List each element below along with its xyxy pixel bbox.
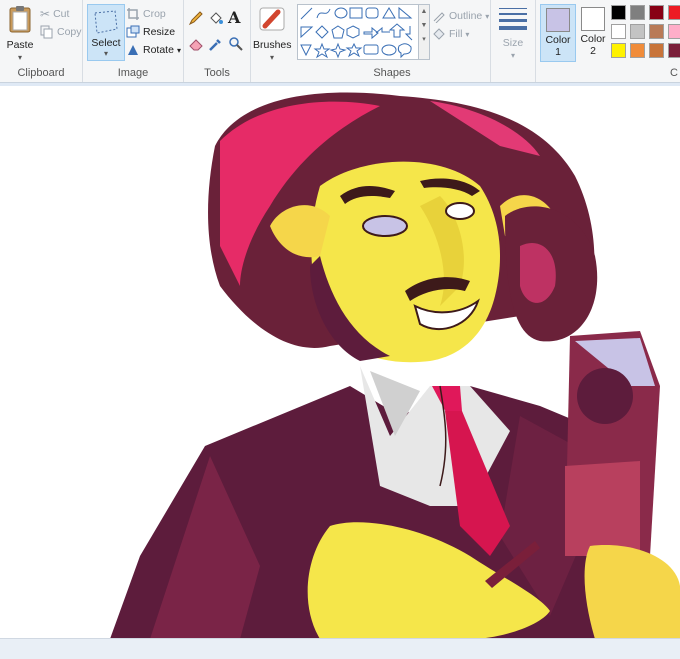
copy-button[interactable]: Copy bbox=[40, 24, 82, 40]
brushes-group: Brushes ▾ bbox=[251, 0, 293, 82]
color2-button[interactable]: Color 2 bbox=[576, 4, 610, 60]
palette-swatch-light-gray[interactable] bbox=[630, 24, 645, 39]
palette-swatch-white[interactable] bbox=[611, 24, 626, 39]
brushes-button[interactable]: Brushes ▾ bbox=[253, 4, 292, 63]
color2-number: 2 bbox=[590, 45, 596, 57]
brush-icon bbox=[259, 7, 285, 31]
pencil-icon[interactable] bbox=[188, 10, 204, 29]
chevron-down-icon: ▾ bbox=[269, 53, 274, 62]
magnifier-icon[interactable] bbox=[228, 36, 244, 55]
size-button[interactable]: Size ▾ bbox=[495, 6, 531, 61]
palette-swatch-black[interactable] bbox=[611, 5, 626, 20]
shapes-scrollbar[interactable]: ▲ ▼ ▾ bbox=[418, 4, 430, 60]
palette-swatch-tan[interactable] bbox=[649, 43, 664, 58]
outline-icon bbox=[433, 12, 445, 23]
fill-label: Fill bbox=[449, 28, 463, 40]
outline-button[interactable]: Outline ▾ bbox=[432, 8, 489, 24]
chevron-down-icon: ▾ bbox=[103, 49, 108, 58]
text-icon[interactable]: A bbox=[228, 8, 240, 27]
brushes-label: Brushes bbox=[253, 39, 292, 51]
expand-icon: ▾ bbox=[422, 36, 426, 43]
color1-swatch bbox=[546, 8, 570, 32]
color1-button[interactable]: Color 1 bbox=[540, 4, 576, 62]
tools-group-label: Tools bbox=[204, 67, 230, 79]
chevron-up-icon: ▲ bbox=[420, 8, 428, 15]
ribbon: Paste ▾ ✂ Cut Copy Clipboard Image Selec… bbox=[0, 0, 680, 83]
palette-swatch-gray[interactable] bbox=[630, 5, 645, 20]
line-size-icon bbox=[499, 8, 527, 30]
clipboard-group-label: Clipboard bbox=[17, 67, 65, 79]
copy-label: Copy bbox=[57, 26, 82, 38]
size-group: Size ▾ bbox=[491, 0, 536, 82]
palette-swatch-pink[interactable] bbox=[668, 24, 680, 39]
crop-label: Crop bbox=[143, 8, 166, 20]
resize-label: Resize bbox=[143, 26, 176, 38]
paste-label: Paste bbox=[6, 39, 34, 51]
chevron-down-icon: ▾ bbox=[485, 11, 490, 21]
fill-icon bbox=[433, 28, 445, 40]
drawing-canvas[interactable] bbox=[0, 86, 680, 639]
shapes-gallery[interactable] bbox=[297, 4, 419, 60]
shapes-gallery-icons bbox=[300, 6, 413, 59]
palette-swatch-maroon[interactable] bbox=[668, 43, 680, 58]
painting-illustration bbox=[110, 92, 680, 639]
crop-icon bbox=[127, 8, 139, 20]
scissors-icon: ✂ bbox=[40, 7, 51, 21]
color1-label: Color bbox=[545, 34, 571, 46]
tools-group: A Tools bbox=[184, 0, 251, 82]
fill-button[interactable]: Fill ▾ bbox=[432, 26, 469, 42]
rotate-icon bbox=[128, 45, 138, 55]
color-picker-icon[interactable] bbox=[208, 36, 224, 55]
cut-button[interactable]: ✂ Cut bbox=[40, 6, 69, 22]
chevron-down-icon: ▾ bbox=[17, 53, 22, 62]
canvas-area bbox=[0, 83, 680, 658]
palette-swatch-red[interactable] bbox=[668, 5, 680, 20]
chevron-down-icon: ▾ bbox=[465, 29, 470, 39]
chevron-down-icon: ▼ bbox=[420, 22, 428, 29]
chevron-down-icon: ▾ bbox=[176, 45, 181, 55]
chevron-down-icon: ▾ bbox=[510, 51, 515, 60]
status-bar bbox=[0, 638, 680, 659]
image-group-label: Image bbox=[117, 67, 149, 79]
color1-number: 1 bbox=[555, 46, 561, 58]
palette-swatch-brown[interactable] bbox=[649, 24, 664, 39]
size-label: Size bbox=[502, 37, 524, 49]
fill-bucket-icon[interactable] bbox=[208, 10, 224, 29]
palette-swatch-orange[interactable] bbox=[630, 43, 645, 58]
cut-label: Cut bbox=[53, 8, 70, 20]
resize-button[interactable]: Resize bbox=[126, 24, 175, 40]
paste-button[interactable]: Paste ▾ bbox=[4, 4, 36, 63]
rotate-button[interactable]: Rotate ▾ bbox=[126, 42, 181, 58]
clipboard-group: Paste ▾ ✂ Cut Copy Clipboard bbox=[0, 0, 83, 82]
select-icon bbox=[94, 10, 118, 34]
palette-swatch-dark-red[interactable] bbox=[649, 5, 664, 20]
clipboard-icon bbox=[9, 6, 31, 33]
color2-label: Color bbox=[580, 33, 606, 45]
color2-swatch bbox=[581, 7, 605, 31]
shapes-group-label: Shapes bbox=[373, 67, 411, 79]
select-label: Select bbox=[91, 37, 121, 49]
colors-group-label: C bbox=[670, 67, 678, 79]
copy-icon bbox=[40, 25, 53, 39]
resize-icon bbox=[126, 25, 140, 38]
palette-swatch-yellow[interactable] bbox=[611, 43, 626, 58]
outline-label: Outline bbox=[449, 10, 483, 22]
select-button[interactable]: Select ▾ bbox=[87, 4, 125, 61]
crop-button[interactable]: Crop bbox=[126, 6, 166, 22]
eraser-icon[interactable] bbox=[188, 36, 204, 55]
rotate-label: Rotate bbox=[143, 44, 174, 56]
